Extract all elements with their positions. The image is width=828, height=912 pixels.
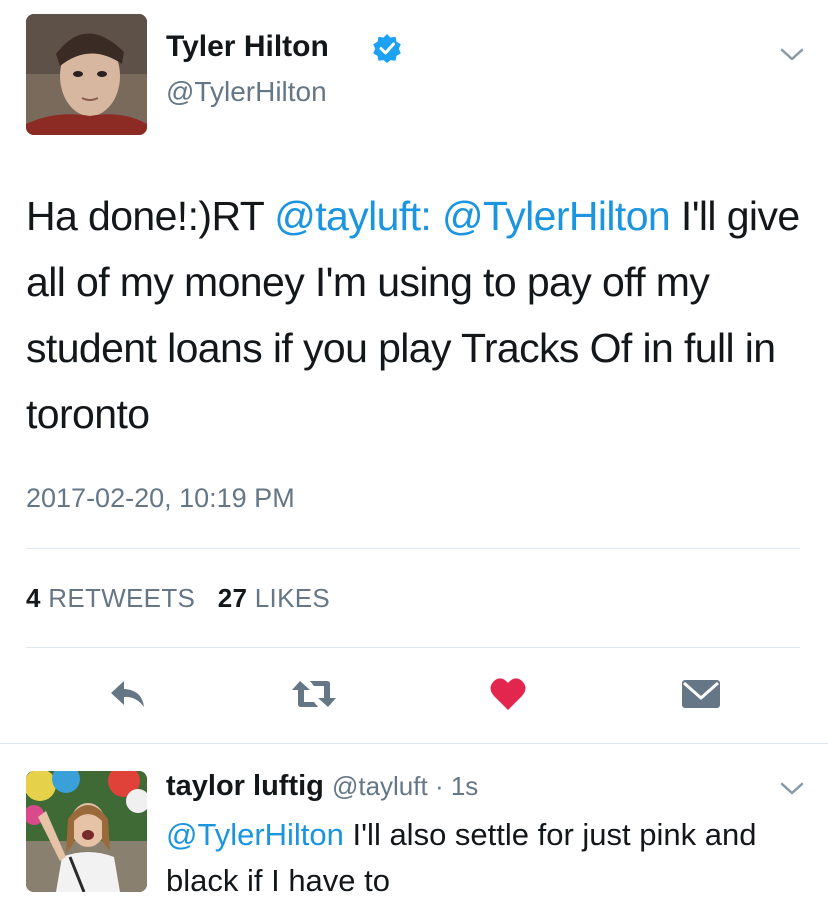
retweets-label[interactable]: RETWEETS	[48, 583, 195, 613]
reply-header: taylor luftig @tayluft · 1s	[166, 770, 478, 803]
retweet-icon	[292, 681, 336, 707]
verified-badge-icon	[372, 33, 402, 63]
reply-author-handle[interactable]: @tayluft	[332, 771, 428, 801]
chevron-down-icon[interactable]	[779, 780, 805, 798]
mention-link[interactable]: @TylerHilton	[442, 193, 671, 239]
retweet-button[interactable]	[289, 672, 339, 716]
like-button[interactable]	[483, 672, 533, 716]
tweet-text: Ha done!:)RT @tayluft: @TylerHilton I'll…	[26, 183, 816, 447]
heart-icon	[490, 678, 526, 710]
chevron-down-icon[interactable]	[779, 46, 805, 64]
author-avatar[interactable]	[26, 14, 147, 135]
mention-link[interactable]: @tayluft:	[274, 193, 432, 239]
mention-link[interactable]: @TylerHilton	[166, 817, 344, 852]
reply-separator: ·	[427, 771, 451, 801]
reply-icon	[111, 681, 144, 707]
divider	[0, 743, 828, 744]
reply-author-avatar[interactable]	[26, 771, 147, 892]
direct-message-button[interactable]	[676, 672, 726, 716]
envelope-icon	[682, 680, 720, 708]
reply-text: @TylerHilton I'll also settle for just p…	[166, 812, 806, 904]
divider	[26, 647, 800, 648]
reply-time[interactable]: 1s	[451, 771, 478, 801]
likes-count[interactable]: 27	[218, 583, 248, 613]
tweet-text-space	[431, 193, 442, 239]
reply-author-name[interactable]: taylor luftig	[166, 770, 324, 802]
author-handle[interactable]: @TylerHilton	[166, 76, 327, 108]
tweet-timestamp[interactable]: 2017-02-20, 10:19 PM	[26, 483, 295, 514]
tweet-text-prefix: Ha done!:)RT	[26, 193, 275, 239]
author-name[interactable]: Tyler Hilton	[166, 30, 329, 64]
divider	[26, 548, 800, 549]
retweets-count[interactable]: 4	[26, 583, 41, 613]
likes-label[interactable]: LIKES	[255, 583, 330, 613]
tweet-stats: 4 RETWEETS 27 LIKES	[26, 583, 330, 614]
reply-button[interactable]	[103, 672, 153, 716]
